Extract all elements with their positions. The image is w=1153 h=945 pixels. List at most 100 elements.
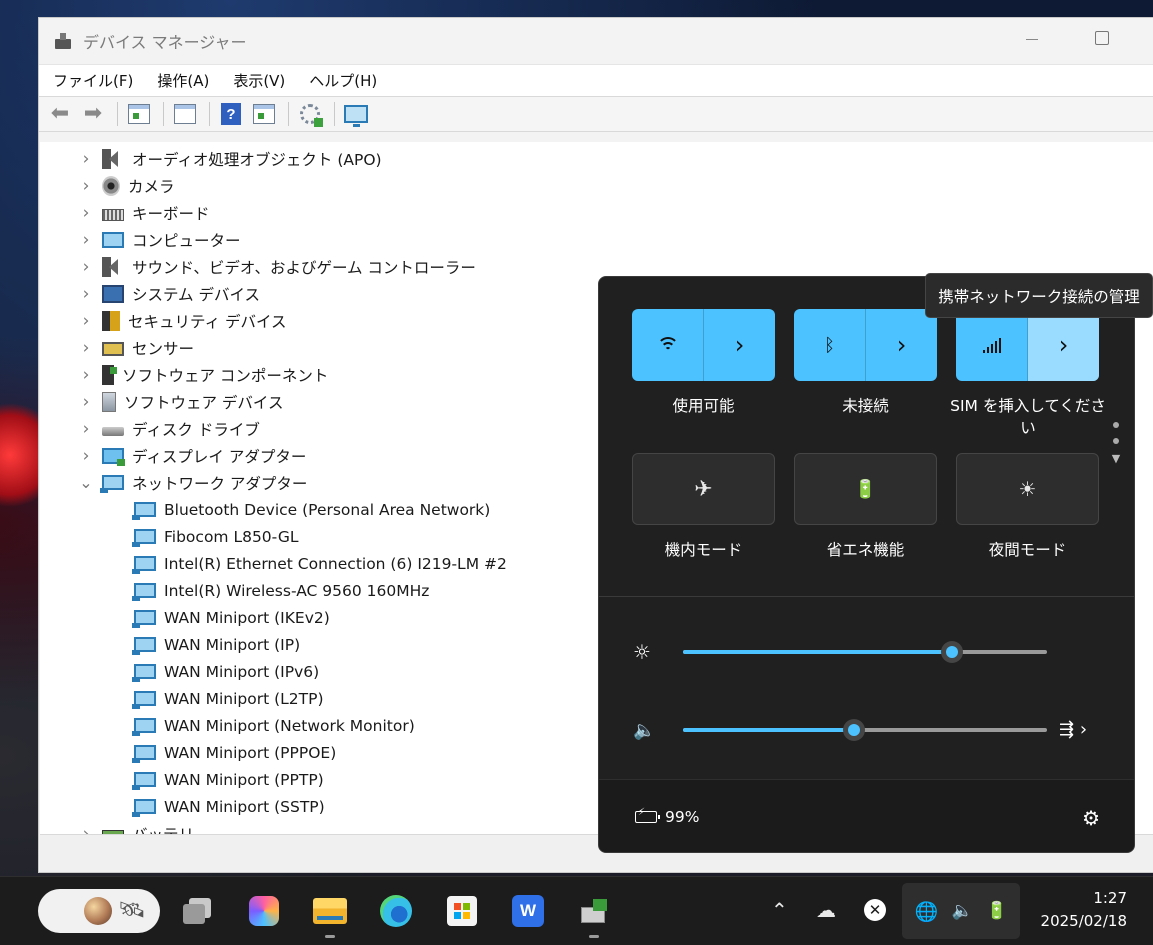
page-indicator[interactable]: ▼ <box>1111 422 1121 464</box>
cellular-expand-button[interactable]: › <box>1028 309 1099 381</box>
wifi-toggle[interactable] <box>632 309 704 381</box>
chevron-right-icon[interactable]: › <box>76 338 96 358</box>
sound-output-button[interactable]: ⇶ › <box>1059 719 1087 740</box>
chevron-right-icon[interactable]: › <box>76 446 96 466</box>
network-adapter-item[interactable]: Fibocom L850-GL <box>132 523 298 550</box>
tree-category[interactable]: › ディスプレイ アダプター <box>76 442 306 469</box>
minimize-button[interactable] <box>1026 39 1038 40</box>
camera-icon <box>102 175 120 196</box>
tree-category[interactable]: › カメラ <box>76 172 175 199</box>
security-device-icon <box>102 310 120 331</box>
chevron-right-icon[interactable]: › <box>76 392 96 412</box>
network-adapter-icon <box>132 745 156 763</box>
tree-category[interactable]: › システム デバイス <box>76 280 260 307</box>
maximize-button[interactable] <box>1095 31 1109 45</box>
night-light-tile[interactable]: ☀ <box>956 453 1099 525</box>
wps-office-button[interactable]: W <box>510 893 546 929</box>
wifi-expand-button[interactable]: › <box>704 309 775 381</box>
tree-category[interactable]: › コンピューター <box>76 226 241 253</box>
chevron-right-icon[interactable]: › <box>76 311 96 331</box>
brightness-slider[interactable] <box>683 641 1047 663</box>
bluetooth-tile[interactable]: ᛒ › <box>794 309 937 381</box>
tree-category[interactable]: › オーディオ処理オブジェクト (APO) <box>76 145 382 172</box>
widgets-button[interactable]: 🛰 <box>38 889 160 933</box>
tree-category[interactable]: › ソフトウェア コンポーネント <box>76 361 328 388</box>
system-device-icon <box>102 284 124 303</box>
chevron-right-icon[interactable]: › <box>76 284 96 304</box>
globe-no-network-icon: 🌐 <box>914 900 939 923</box>
volume-slider[interactable] <box>683 719 1047 741</box>
tree-category[interactable]: › ディスク ドライブ <box>76 415 260 442</box>
energy-saver-tile[interactable]: 🔋 <box>794 453 937 525</box>
store-button[interactable] <box>444 893 480 929</box>
tree-category[interactable]: › サウンド、ビデオ、およびゲーム コントローラー <box>76 253 476 280</box>
tree-category[interactable]: › セキュリティ デバイス <box>76 307 287 334</box>
tree-category[interactable]: › ソフトウェア デバイス <box>76 388 283 415</box>
brightness-thumb[interactable] <box>941 641 964 663</box>
chevron-right-icon[interactable]: › <box>76 419 96 439</box>
chevron-right-icon[interactable]: › <box>76 176 96 196</box>
network-adapter-item[interactable]: WAN Miniport (PPTP) <box>132 766 324 793</box>
back-button[interactable]: ⬅ <box>45 101 75 127</box>
cellular-tile[interactable]: › <box>956 309 1099 381</box>
settings-button[interactable]: ⚙ <box>1082 806 1100 830</box>
tree-category-label: ディスプレイ アダプター <box>132 447 307 466</box>
quick-settings-tray-button[interactable]: 🌐 🔈 🔋 <box>902 883 1020 939</box>
file-explorer-button[interactable] <box>312 893 348 929</box>
copilot-button[interactable] <box>246 893 282 929</box>
chevron-right-icon[interactable]: › <box>76 149 96 169</box>
menu-file[interactable]: ファイル(F) <box>39 70 145 91</box>
chevron-down-icon[interactable]: ⌄ <box>76 473 96 492</box>
network-adapter-item[interactable]: WAN Miniport (PPPOE) <box>132 739 336 766</box>
tree-category[interactable]: ⌄ ネットワーク アダプター <box>76 469 307 496</box>
tree-category[interactable]: › キーボード <box>76 199 210 226</box>
network-adapter-item[interactable]: Intel(R) Ethernet Connection (6) I219-LM… <box>132 550 507 577</box>
title-bar[interactable]: デバイス マネージャー <box>39 18 1153 64</box>
network-adapter-item[interactable]: WAN Miniport (IKEv2) <box>132 604 330 631</box>
chevron-right-icon[interactable]: › <box>76 203 96 223</box>
bluetooth-toggle[interactable]: ᛒ <box>794 309 866 381</box>
task-view-button[interactable] <box>180 893 216 929</box>
speaker-icon[interactable]: 🔈 <box>633 720 657 741</box>
network-adapter-item[interactable]: Intel(R) Wireless-AC 9560 160MHz <box>132 577 429 604</box>
chevron-right-icon[interactable]: › <box>76 257 96 277</box>
chevron-right-icon[interactable]: › <box>76 230 96 250</box>
tree-category[interactable]: › センサー <box>76 334 194 361</box>
onedrive-button[interactable]: ☁ <box>816 895 836 925</box>
show-hidden-icons-button[interactable]: ⌃ <box>771 895 788 925</box>
update-driver-icon <box>300 104 323 127</box>
scan-hardware-button[interactable] <box>341 101 371 127</box>
chevron-right-icon[interactable]: › <box>76 365 96 385</box>
airplane-mode-tile[interactable]: ✈ <box>632 453 775 525</box>
clock-button[interactable]: 1:27 2025/02/18 <box>1041 887 1127 933</box>
wifi-tile[interactable]: › <box>632 309 775 381</box>
network-adapter-item[interactable]: WAN Miniport (IPv6) <box>132 658 319 685</box>
tree-category[interactable]: › バッテリ <box>76 820 194 834</box>
update-driver-button[interactable] <box>295 101 325 127</box>
edge-button[interactable] <box>378 893 414 929</box>
show-hide-console-button[interactable] <box>124 101 154 127</box>
device-manager-taskbar-button[interactable] <box>576 893 612 929</box>
network-adapter-item[interactable]: WAN Miniport (SSTP) <box>132 793 325 820</box>
volume-thumb[interactable] <box>843 719 866 741</box>
forward-arrow-icon: ➡ <box>83 101 103 126</box>
chevron-right-icon[interactable]: › <box>76 824 96 835</box>
menu-help[interactable]: ヘルプ(H) <box>297 70 389 91</box>
bluetooth-expand-button[interactable]: › <box>866 309 937 381</box>
tray-app-button[interactable]: ✕ <box>864 895 886 925</box>
forward-button[interactable]: ➡ <box>78 101 108 127</box>
network-adapter-item[interactable]: Bluetooth Device (Personal Area Network) <box>132 496 490 523</box>
network-adapter-item[interactable]: WAN Miniport (L2TP) <box>132 685 324 712</box>
network-adapter-item[interactable]: WAN Miniport (Network Monitor) <box>132 712 415 739</box>
cellular-toggle[interactable] <box>956 309 1028 381</box>
menu-view[interactable]: 表示(V) <box>221 70 297 91</box>
menu-action[interactable]: 操作(A) <box>145 70 221 91</box>
tree-category-label: コンピューター <box>132 231 241 250</box>
wps-icon: W <box>512 895 544 927</box>
action-pane-button[interactable] <box>249 101 279 127</box>
network-adapter-item[interactable]: WAN Miniport (IP) <box>132 631 300 658</box>
properties-button[interactable] <box>170 101 200 127</box>
chevron-right-icon: › <box>734 331 745 359</box>
help-button[interactable]: ? <box>216 101 246 127</box>
battery-status[interactable]: 99% <box>635 807 699 826</box>
